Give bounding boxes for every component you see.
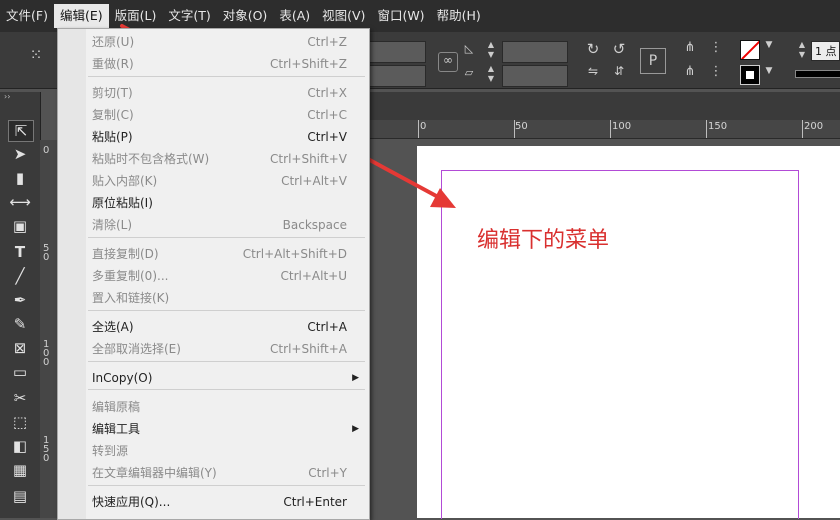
menu-item-label: 复制(C): [92, 108, 134, 122]
menu-item-label: 全选(A): [92, 320, 134, 334]
menu-item-shortcut: Ctrl+Enter: [283, 495, 347, 509]
menu-item-shortcut: Ctrl+X: [307, 86, 347, 100]
menu-item-shortcut: Ctrl+Y: [308, 466, 347, 480]
menu-separator: [88, 310, 365, 311]
menu-item-label: 粘贴(P): [92, 130, 133, 144]
menu-separator: [88, 76, 365, 77]
menu-item-label: 多重复制(0)...: [92, 269, 169, 283]
menu-item-shortcut: Ctrl+Alt+U: [280, 269, 348, 283]
submenu-arrow-icon: ▶: [352, 424, 359, 434]
menu-item-shortcut: Ctrl+Shift+A: [270, 342, 347, 356]
menu-item-shortcut: Ctrl+A: [307, 320, 347, 334]
edit-menu-item[interactable]: 编辑工具 ▶: [58, 418, 369, 440]
edit-menu-item[interactable]: 快速应用(Q)... Ctrl+Enter: [58, 491, 369, 513]
menu-item-label: InCopy(O): [92, 371, 153, 385]
submenu-arrow-icon: ▶: [352, 373, 359, 383]
menu-item-label: 编辑原稿: [92, 400, 141, 414]
edit-menu-dropdown: 还原(U) Ctrl+Z 重做(R) Ctrl+Shift+Z 剪切(T) Ctrl+X 复…: [57, 28, 370, 520]
menu-item-label: 置入和链接(K): [92, 291, 170, 305]
menu-separator: [88, 485, 365, 486]
edit-menu-item[interactable]: 贴入内部(K) Ctrl+Alt+V: [58, 170, 369, 192]
menu-item-shortcut: Ctrl+C: [307, 108, 347, 122]
menu-item-label: 在文章编辑器中编辑(Y): [92, 466, 217, 480]
edit-menu-item[interactable]: 直接复制(D) Ctrl+Alt+Shift+D: [58, 243, 369, 265]
edit-menu-item[interactable]: 复制(C) Ctrl+C: [58, 104, 369, 126]
edit-menu-item[interactable]: 剪切(T) Ctrl+X: [58, 82, 369, 104]
menu-item-shortcut: Ctrl+Shift+Z: [270, 57, 347, 71]
menu-item-label: 还原(U): [92, 35, 135, 49]
menu-item-label: 转到源: [92, 444, 129, 458]
menu-item-label: 原位粘贴(I): [92, 196, 153, 210]
edit-menu-item[interactable]: InCopy(O) ▶: [58, 367, 369, 389]
edit-menu-item[interactable]: 清除(L) Backspace: [58, 214, 369, 236]
menu-item-label: 剪切(T): [92, 86, 133, 100]
menu-separator: [88, 389, 365, 390]
menu-item-label: 重做(R): [92, 57, 134, 71]
edit-menu-item[interactable]: 置入和链接(K): [58, 287, 369, 309]
edit-menu-item[interactable]: 转到源: [58, 440, 369, 462]
menu-item-shortcut: Ctrl+V: [307, 130, 347, 144]
menu-item-label: 清除(L): [92, 218, 133, 232]
edit-menu-item[interactable]: 还原(U) Ctrl+Z: [58, 31, 369, 53]
menu-item-label: 快速应用(Q)...: [92, 495, 171, 509]
edit-menu-item[interactable]: 全部取消选择(E) Ctrl+Shift+A: [58, 338, 369, 360]
edit-menu-item[interactable]: 粘贴时不包含格式(W) Ctrl+Shift+V: [58, 148, 369, 170]
menu-item-label: 直接复制(D): [92, 247, 159, 261]
annotation-arrow-head: [430, 188, 456, 208]
edit-menu-item[interactable]: 在文章编辑器中编辑(Y) Ctrl+Y: [58, 462, 369, 484]
menu-item-shortcut: Backspace: [282, 218, 347, 232]
menu-item-label: 编辑工具: [92, 422, 141, 436]
edit-menu-item[interactable]: 原位粘贴(I): [58, 192, 369, 214]
menu-item-label: 粘贴时不包含格式(W): [92, 152, 210, 166]
edit-menu-item[interactable]: 编辑原稿: [58, 396, 369, 418]
menu-item-label: 贴入内部(K): [92, 174, 158, 188]
menu-item-shortcut: Ctrl+Z: [307, 35, 347, 49]
menu-separator: [88, 361, 365, 362]
edit-menu-item[interactable]: 全选(A) Ctrl+A: [58, 316, 369, 338]
menu-item-shortcut: Ctrl+Alt+Shift+D: [242, 247, 347, 261]
menu-item-shortcut: Ctrl+Shift+V: [270, 152, 347, 166]
edit-menu-item[interactable]: 重做(R) Ctrl+Shift+Z: [58, 53, 369, 75]
menu-separator: [88, 237, 365, 238]
edit-menu-item[interactable]: 多重复制(0)... Ctrl+Alt+U: [58, 265, 369, 287]
menu-item-label: 全部取消选择(E): [92, 342, 181, 356]
menu-item-shortcut: Ctrl+Alt+V: [281, 174, 347, 188]
edit-menu-item[interactable]: 粘贴(P) Ctrl+V: [58, 126, 369, 148]
